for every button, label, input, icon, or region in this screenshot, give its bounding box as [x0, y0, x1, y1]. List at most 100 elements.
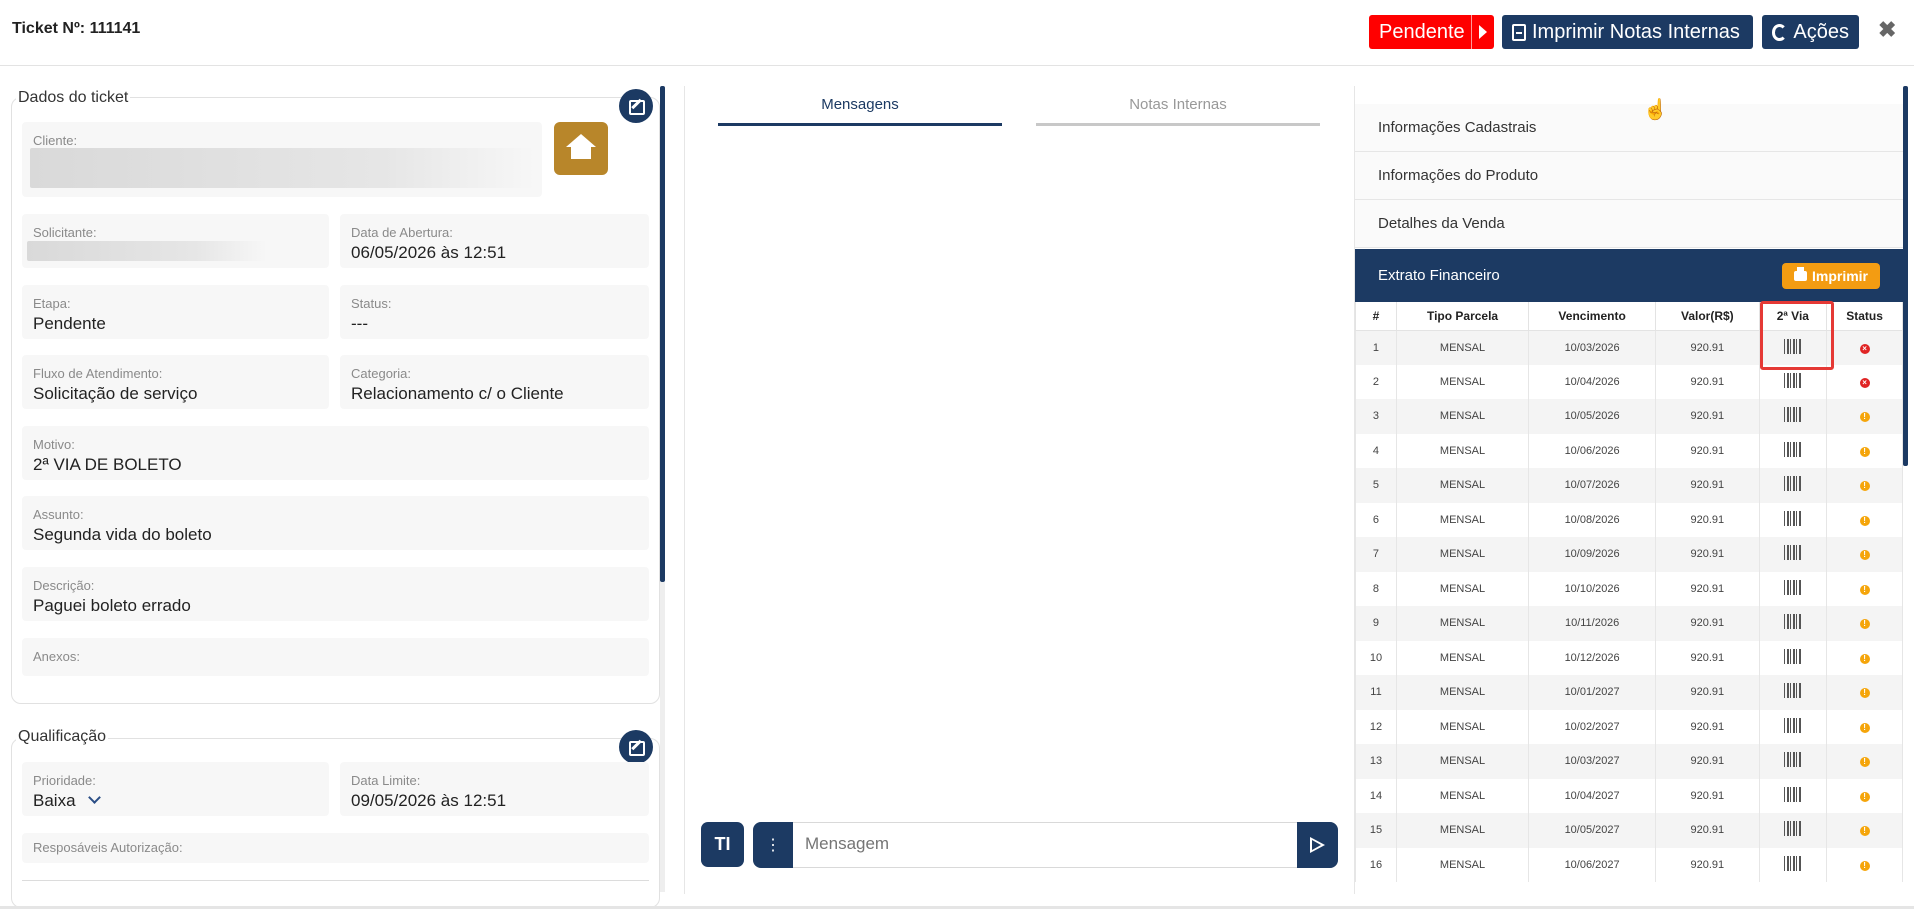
- edit-ticket-button[interactable]: [619, 89, 653, 123]
- row-valor: 920.91: [1655, 468, 1760, 503]
- message-input[interactable]: [805, 834, 1285, 854]
- right-scrollbar-thumb[interactable]: [1903, 86, 1908, 466]
- segunda-via-cell: [1758, 813, 1828, 848]
- status-cell: !: [1826, 778, 1903, 813]
- segunda-via-cell: [1758, 537, 1828, 572]
- print-internal-notes-button[interactable]: Imprimir Notas Internas: [1502, 15, 1753, 49]
- qualificacao-title: Qualificação: [16, 728, 109, 746]
- table-row: 6 MENSAL 10/08/2026 920.91!: [1355, 502, 1903, 537]
- row-vencimento: 10/03/2027: [1528, 744, 1657, 779]
- panel-divider-left: [684, 86, 685, 894]
- table-row: 3 MENSAL 10/05/2026 920.91!: [1355, 399, 1903, 434]
- tab-mensagens[interactable]: Mensagens: [718, 96, 1002, 113]
- row-valor: 920.91: [1655, 675, 1760, 710]
- col-tipo-parcela: Tipo Parcela: [1395, 302, 1530, 331]
- close-icon[interactable]: ✖: [1878, 17, 1896, 43]
- table-row: 16 MENSAL 10/06/2027 920.91!: [1355, 847, 1903, 882]
- barcode-icon[interactable]: [1783, 855, 1802, 871]
- barcode-icon[interactable]: [1783, 545, 1802, 561]
- barcode-icon[interactable]: [1783, 476, 1802, 492]
- segunda-via-cell: [1758, 847, 1828, 882]
- row-vencimento: 10/04/2027: [1528, 778, 1657, 813]
- barcode-icon[interactable]: [1783, 717, 1802, 733]
- extrato-financeiro-label: Extrato Financeiro: [1378, 267, 1500, 284]
- row-tipo-parcela: MENSAL: [1395, 744, 1530, 779]
- row-vencimento: 10/07/2026: [1528, 468, 1657, 503]
- assunto-value: Segunda vida do boleto: [33, 525, 212, 544]
- barcode-icon[interactable]: [1783, 821, 1802, 837]
- row-number: 9: [1355, 606, 1397, 641]
- status-warning-icon: !: [1859, 584, 1870, 595]
- row-valor: 920.91: [1655, 778, 1760, 813]
- segunda-via-cell: [1758, 468, 1828, 503]
- edit-qualificacao-button[interactable]: [619, 730, 653, 764]
- row-tipo-parcela: MENSAL: [1395, 468, 1530, 503]
- row-vencimento: 10/05/2026: [1528, 399, 1657, 434]
- status-pendente-button[interactable]: Pendente: [1369, 15, 1494, 49]
- status-error-icon: ×: [1859, 377, 1870, 388]
- table-row: 15 MENSAL 10/05/2027 920.91!: [1355, 813, 1903, 848]
- text-size-icon: TI: [714, 834, 731, 854]
- row-number: 13: [1355, 744, 1397, 779]
- row-vencimento: 10/11/2026: [1528, 606, 1657, 641]
- barcode-icon[interactable]: [1783, 579, 1802, 595]
- status-label: Status:: [351, 296, 392, 311]
- send-button[interactable]: [1297, 822, 1338, 868]
- barcode-icon[interactable]: [1783, 372, 1802, 388]
- tab-notas-internas[interactable]: Notas Internas: [1036, 96, 1320, 113]
- left-scrollbar-track[interactable]: [660, 582, 665, 892]
- cliente-label: Cliente:: [33, 133, 78, 148]
- cliente-redacted: [30, 148, 535, 188]
- prioridade-field[interactable]: Prioridade: Baixa: [22, 762, 329, 816]
- status-warning-icon: !: [1859, 791, 1870, 802]
- status-warning-icon: !: [1859, 412, 1870, 423]
- button-separator: [1471, 15, 1472, 49]
- row-number: 14: [1355, 778, 1397, 813]
- data-abertura-field: Data de Abertura: 06/05/2026 às 12:51: [340, 214, 649, 268]
- row-number: 15: [1355, 813, 1397, 848]
- status-cell: !: [1826, 571, 1903, 606]
- col-vencimento: Vencimento: [1528, 302, 1657, 331]
- status-warning-icon: !: [1859, 688, 1870, 699]
- barcode-icon[interactable]: [1783, 614, 1802, 630]
- prioridade-value: Baixa: [33, 791, 101, 811]
- motivo-label: Motivo:: [33, 437, 75, 452]
- tab-mensagens-underline: [718, 123, 1002, 126]
- status-warning-icon: !: [1859, 515, 1870, 526]
- text-size-button[interactable]: TI: [701, 822, 744, 867]
- more-vertical-icon: ⋮: [765, 837, 781, 854]
- accordion-extrato-financeiro[interactable]: Extrato Financeiro Imprimir: [1355, 249, 1903, 303]
- barcode-icon[interactable]: [1783, 510, 1802, 526]
- segunda-via-cell: [1758, 744, 1828, 779]
- barcode-icon[interactable]: [1783, 648, 1802, 664]
- chevron-down-icon: [87, 791, 101, 804]
- row-vencimento: 10/06/2027: [1528, 847, 1657, 882]
- anexos-label: Anexos:: [33, 649, 80, 664]
- barcode-icon[interactable]: [1783, 407, 1802, 423]
- home-button[interactable]: [554, 122, 608, 175]
- row-tipo-parcela: MENSAL: [1395, 433, 1530, 468]
- accordion-informacoes-cadastrais[interactable]: Informações Cadastrais: [1355, 104, 1903, 152]
- send-icon: [1310, 837, 1325, 853]
- more-options-button[interactable]: ⋮: [753, 822, 793, 868]
- barcode-icon[interactable]: [1783, 786, 1802, 802]
- row-valor: 920.91: [1655, 330, 1760, 365]
- table-row: 4 MENSAL 10/06/2026 920.91!: [1355, 433, 1903, 468]
- categoria-label: Categoria:: [351, 366, 411, 381]
- left-scrollbar-thumb[interactable]: [660, 86, 665, 582]
- status-cell: ×: [1826, 330, 1903, 365]
- row-tipo-parcela: MENSAL: [1395, 537, 1530, 572]
- barcode-icon[interactable]: [1783, 752, 1802, 768]
- status-warning-icon: !: [1859, 757, 1870, 768]
- ticket-title: Ticket Nº: 111141: [12, 20, 141, 37]
- accordion-detalhes-venda[interactable]: Detalhes da Venda: [1355, 200, 1903, 248]
- actions-button[interactable]: Ações: [1762, 15, 1859, 49]
- responsaveis-label: Resposáveis Autorização:: [33, 840, 183, 855]
- barcode-icon[interactable]: [1783, 683, 1802, 699]
- row-vencimento: 10/02/2027: [1528, 709, 1657, 744]
- data-abertura-label: Data de Abertura:: [351, 225, 453, 240]
- row-valor: 920.91: [1655, 399, 1760, 434]
- print-extrato-button[interactable]: Imprimir: [1782, 263, 1880, 289]
- barcode-icon[interactable]: [1783, 441, 1802, 457]
- accordion-informacoes-produto[interactable]: Informações do Produto: [1355, 152, 1903, 200]
